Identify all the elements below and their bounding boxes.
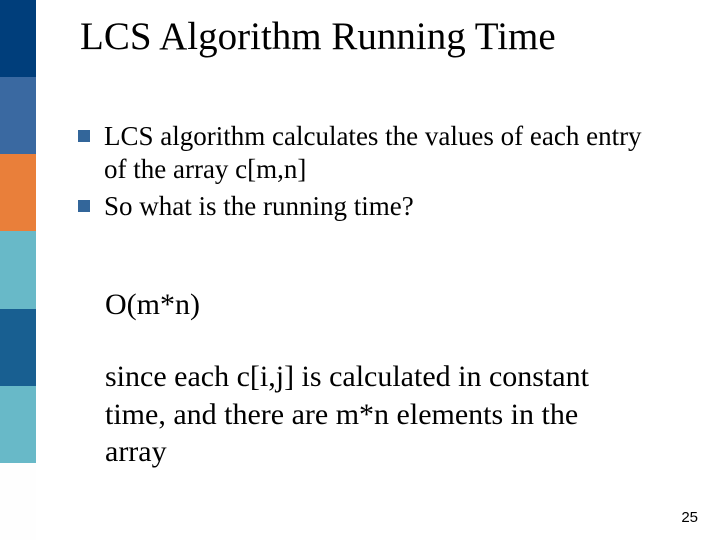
- sidebar-segment: [0, 0, 36, 77]
- bullet-text: So what is the running time?: [104, 190, 414, 223]
- page-number: 25: [681, 509, 698, 526]
- slide-title: LCS Algorithm Running Time: [80, 14, 556, 59]
- sidebar-segment: [0, 77, 36, 154]
- sidebar-segment: [0, 309, 36, 386]
- decorative-sidebar: [0, 0, 36, 540]
- explanation-text: since each c[i,j] is calculated in const…: [105, 358, 615, 471]
- list-item: So what is the running time?: [78, 190, 668, 223]
- list-item: LCS algorithm calculates the values of e…: [78, 120, 668, 186]
- sidebar-segment: [0, 231, 36, 308]
- sidebar-segment: [0, 154, 36, 231]
- sidebar-segment: [0, 463, 36, 540]
- sidebar-segment: [0, 386, 36, 463]
- square-bullet-icon: [78, 130, 90, 142]
- answer-text: O(m*n): [105, 288, 200, 322]
- bullet-text: LCS algorithm calculates the values of e…: [104, 120, 668, 186]
- bullet-list: LCS algorithm calculates the values of e…: [78, 120, 668, 227]
- square-bullet-icon: [78, 200, 90, 212]
